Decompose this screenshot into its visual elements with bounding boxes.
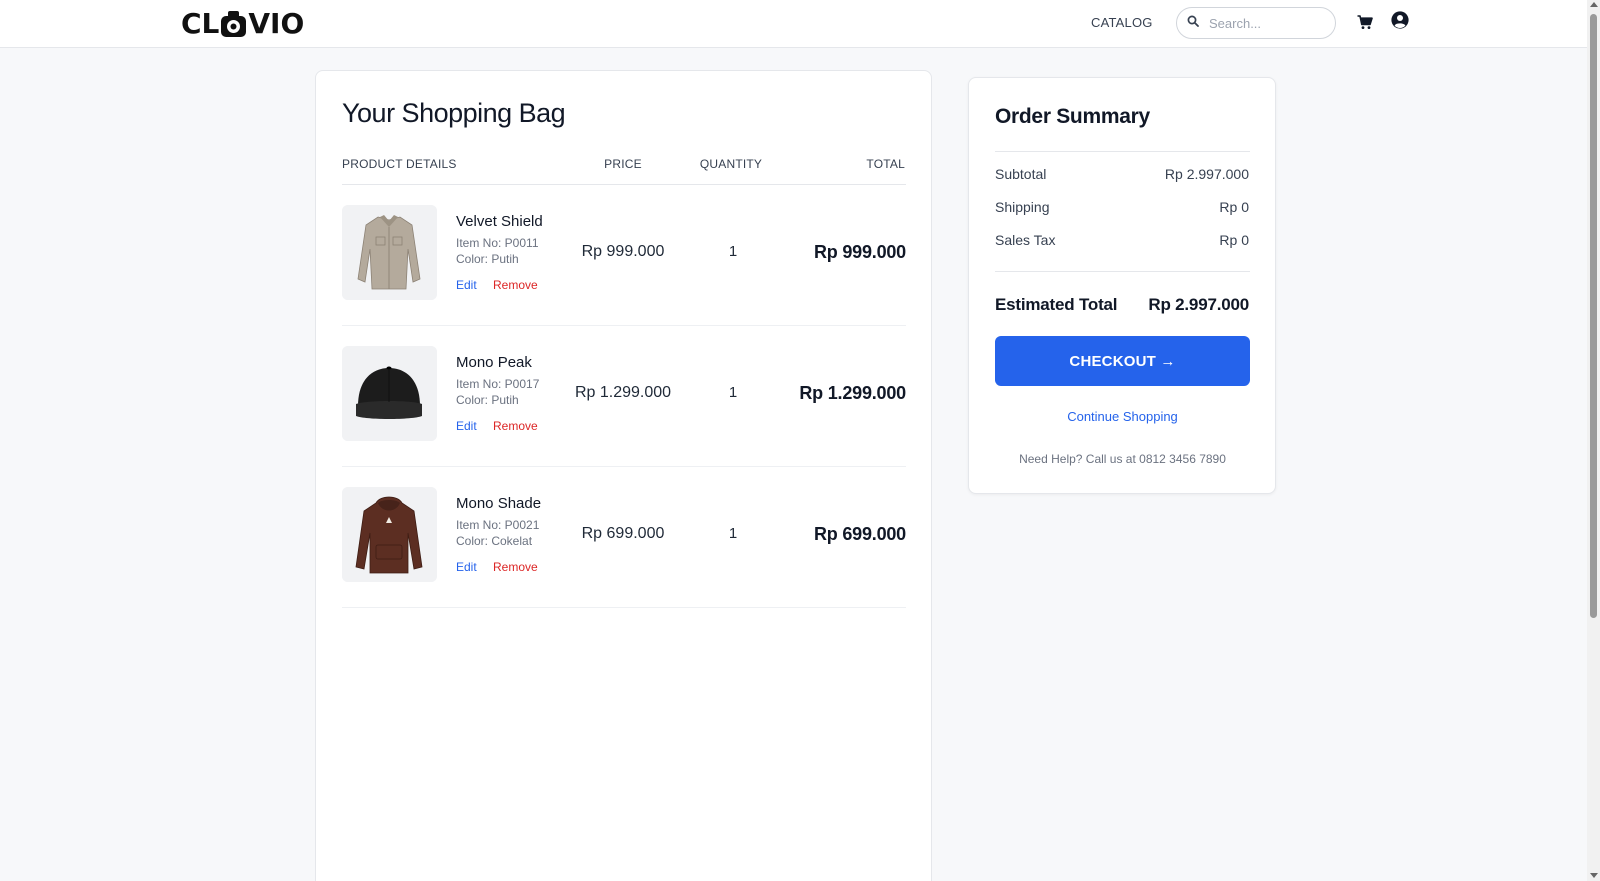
- order-summary-panel: Order Summary Subtotal Rp 2.997.000 Ship…: [968, 77, 1276, 494]
- order-summary-title: Order Summary: [995, 105, 1150, 128]
- item-quantity: 1: [728, 525, 738, 542]
- top-navbar: CL VIO CATALOG: [0, 0, 1600, 48]
- subtotal-value: Rp 2.997.000: [1164, 166, 1249, 182]
- remove-item-link[interactable]: Remove: [493, 419, 538, 433]
- shipping-label: Shipping: [995, 199, 1050, 215]
- item-total: Rp 999.000: [813, 242, 906, 262]
- user-circle-icon[interactable]: [1391, 11, 1409, 29]
- brand-logo[interactable]: CL VIO: [181, 6, 305, 40]
- column-header-quantity: QUANTITY: [699, 157, 763, 171]
- cart-icon[interactable]: [1357, 15, 1373, 30]
- scroll-up-arrow-icon[interactable]: [1590, 2, 1598, 7]
- item-name: Mono Shade: [456, 495, 542, 512]
- edit-item-link[interactable]: Edit: [456, 278, 477, 292]
- shopping-bag-panel: Your Shopping Bag PRODUCT DETAILS PRICE …: [315, 70, 932, 881]
- edit-item-link[interactable]: Edit: [456, 419, 477, 433]
- logo-text-left: CL: [181, 6, 220, 40]
- cap-image[interactable]: [342, 346, 437, 441]
- cart-item-row: Mono Peak Item No: P0017 Color: Putih Ed…: [342, 326, 906, 467]
- item-total: Rp 699.000: [813, 524, 906, 544]
- estimated-total-value: Rp 2.997.000: [1148, 295, 1249, 314]
- page-title: Your Shopping Bag: [342, 98, 566, 128]
- scrollbar-thumb[interactable]: [1590, 14, 1597, 618]
- search-input[interactable]: [1209, 15, 1319, 31]
- remove-item-link[interactable]: Remove: [493, 278, 538, 292]
- page-scrollbar[interactable]: [1587, 0, 1600, 881]
- item-color: Color: Cokelat: [456, 534, 533, 548]
- item-number: Item No: P0011: [456, 236, 539, 250]
- hoodie-image[interactable]: [342, 487, 437, 582]
- sales-tax-label: Sales Tax: [995, 232, 1056, 248]
- item-total: Rp 1.299.000: [799, 383, 906, 403]
- column-header-total: TOTAL: [866, 157, 905, 171]
- item-quantity: 1: [728, 243, 738, 260]
- logo-text-right: VIO: [248, 6, 305, 40]
- item-name: Velvet Shield: [456, 213, 543, 230]
- item-price: Rp 699.000: [581, 525, 665, 542]
- item-price: Rp 999.000: [581, 243, 665, 260]
- item-color: Color: Putih: [456, 252, 519, 266]
- jacket-image[interactable]: [342, 205, 437, 300]
- summary-divider: [995, 151, 1250, 152]
- item-price: Rp 1.299.000: [574, 384, 672, 401]
- item-number: Item No: P0017: [456, 377, 540, 391]
- item-name: Mono Peak: [456, 354, 532, 371]
- item-quantity: 1: [728, 384, 738, 401]
- checkout-button[interactable]: CHECKOUT →: [995, 336, 1250, 386]
- continue-shopping-link[interactable]: Continue Shopping: [995, 409, 1250, 424]
- help-contact-text: Need Help? Call us at 0812 3456 7890: [1019, 452, 1226, 466]
- column-header-product: PRODUCT DETAILS: [342, 157, 457, 171]
- sales-tax-value: Rp 0: [1219, 232, 1249, 248]
- estimated-total-label: Estimated Total: [995, 295, 1118, 314]
- scroll-down-arrow-icon[interactable]: [1590, 873, 1598, 878]
- cart-item-row: Mono Shade Item No: P0021 Color: Cokelat…: [342, 467, 906, 608]
- column-header-price: PRICE: [604, 157, 642, 171]
- remove-item-link[interactable]: Remove: [493, 560, 538, 574]
- item-number: Item No: P0021: [456, 518, 540, 532]
- edit-item-link[interactable]: Edit: [456, 560, 477, 574]
- item-color: Color: Putih: [456, 393, 519, 407]
- subtotal-label: Subtotal: [995, 166, 1047, 182]
- shipping-value: Rp 0: [1219, 199, 1249, 215]
- camera-o-logo-mark: [220, 9, 247, 38]
- search-icon: [1187, 14, 1199, 32]
- search-box[interactable]: [1176, 7, 1336, 39]
- nav-catalog-link[interactable]: CATALOG: [1091, 15, 1153, 30]
- summary-divider: [995, 271, 1250, 272]
- cart-item-row: Velvet Shield Item No: P0011 Color: Puti…: [342, 185, 906, 326]
